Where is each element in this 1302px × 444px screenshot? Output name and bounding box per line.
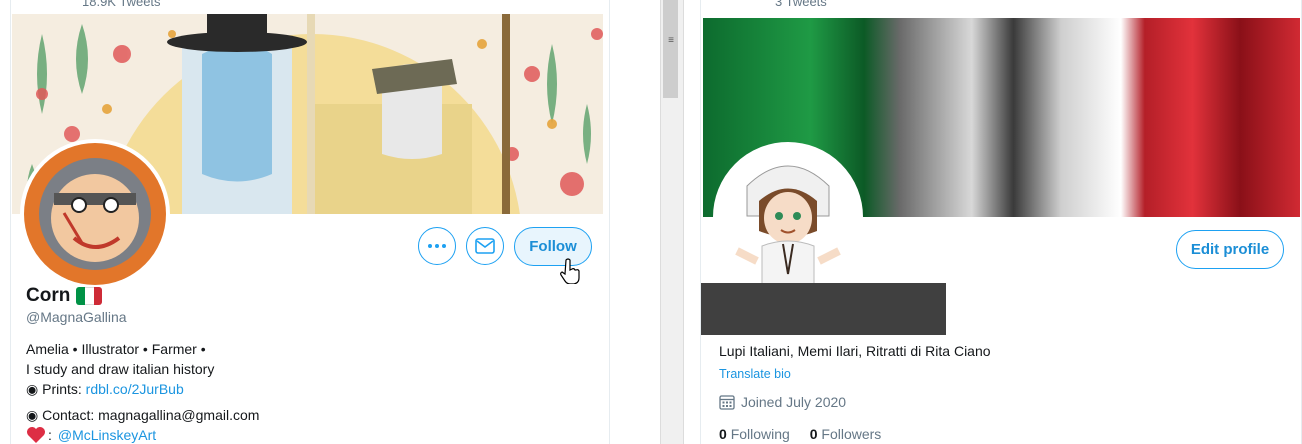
follow-stats: 0 Following 0 Followers: [719, 426, 881, 442]
joined-text: Joined July 2020: [741, 394, 847, 410]
bio-line-1: Amelia • Illustrator • Farmer •: [26, 341, 206, 357]
envelope-icon: [475, 238, 495, 254]
heart-colon: :: [48, 427, 52, 443]
bio-prints: ◉ Prints: rdbl.co/2JurBub: [26, 381, 184, 398]
heart-link[interactable]: @McLinskeyArt: [58, 427, 156, 443]
italy-flag-icon: [76, 287, 103, 305]
following-link[interactable]: 0 Following: [719, 426, 790, 442]
followers-count: 0: [809, 426, 818, 442]
bio-heart: : @McLinskeyArt: [26, 426, 156, 444]
bio-text: Lupi Italiani, Memi Ilari, Ritratti di R…: [719, 343, 991, 359]
following-label: Following: [730, 426, 790, 442]
calendar-icon: [719, 395, 735, 410]
more-button[interactable]: [418, 227, 456, 265]
edit-profile-button[interactable]: Edit profile: [1176, 230, 1284, 269]
user-handle: @MagnaGallina: [26, 309, 127, 325]
profile-avatar[interactable]: [20, 139, 170, 289]
tweet-count-right: 3 Tweets: [775, 0, 827, 9]
profile-avatar-right[interactable]: [713, 142, 863, 292]
redacted-name-block: [701, 283, 946, 335]
hand-cursor-icon: [560, 258, 580, 284]
translate-bio-link[interactable]: Translate bio: [719, 367, 791, 381]
scroll-grip-icon: ≡: [668, 35, 674, 46]
left-pane: 18.9K Tweets Follow Corn @MagnaGallina A…: [0, 0, 660, 444]
followers-link[interactable]: 0 Followers: [810, 426, 882, 442]
bio-line-2: I study and draw italian history: [26, 361, 215, 377]
followers-label: Followers: [821, 426, 882, 442]
message-button[interactable]: [466, 227, 504, 265]
tweet-count: 18.9K Tweets: [82, 0, 161, 9]
display-name: Corn: [26, 285, 103, 307]
scrollbar-thumb[interactable]: [663, 0, 678, 98]
prints-label: ◉ Prints:: [26, 381, 82, 397]
following-count: 0: [719, 426, 727, 442]
display-name-text: Corn: [26, 285, 71, 306]
prints-link[interactable]: rdbl.co/2JurBub: [86, 381, 184, 397]
more-dots-icon: [428, 244, 446, 248]
heart-icon: [27, 427, 45, 443]
joined-date: Joined July 2020: [719, 394, 846, 410]
bio-contact: ◉ Contact: magnagallina@gmail.com: [26, 407, 260, 423]
